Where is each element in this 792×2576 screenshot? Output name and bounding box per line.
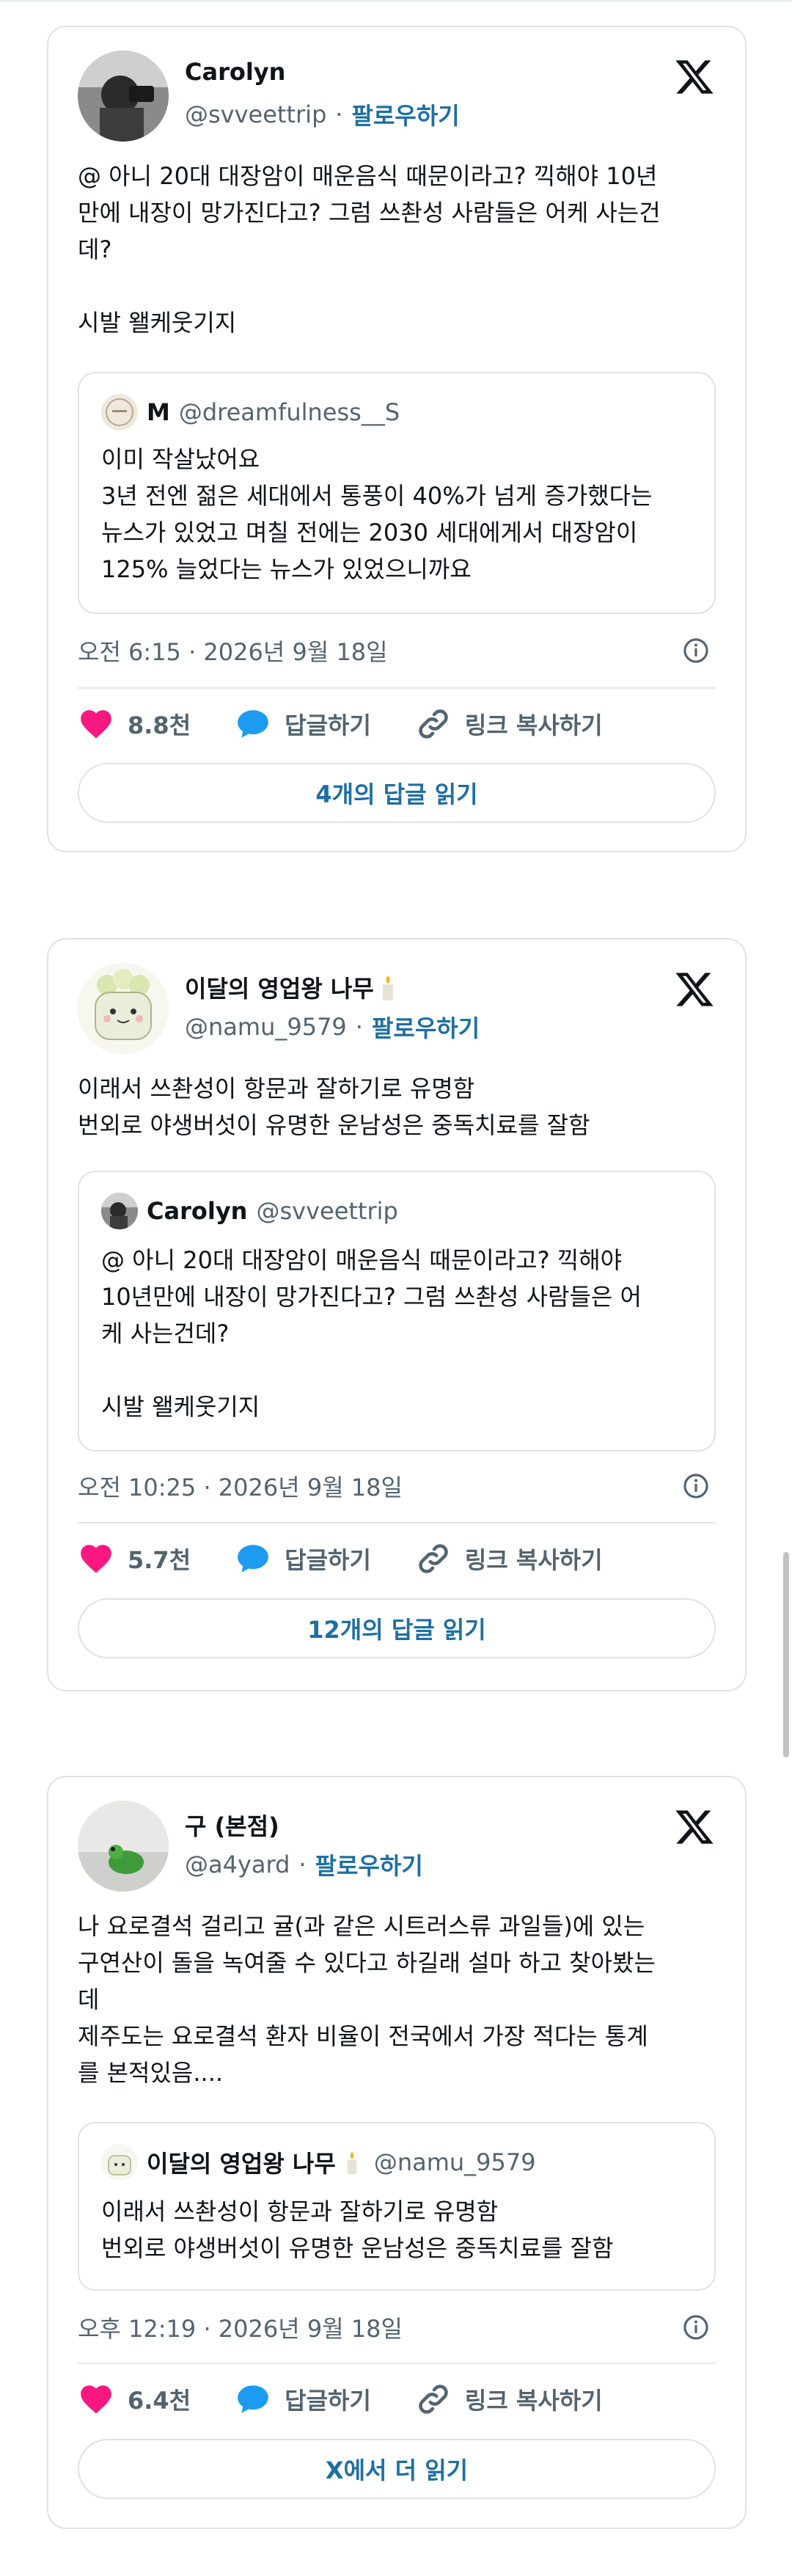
timestamp[interactable]: 오후 12:19 · 2026년 9월 18일 <box>78 2310 403 2344</box>
divider <box>78 687 716 689</box>
reply-label: 답글하기 <box>285 711 371 739</box>
quote-text: @ 아니 20대 대장암이 매운음식 때문이라고? 끽해야 10년만에 내장이 … <box>101 1246 642 1421</box>
scrollbar[interactable] <box>783 1552 789 1757</box>
info-icon[interactable] <box>682 2313 710 2341</box>
follow-button[interactable]: 팔로우하기 <box>352 98 460 131</box>
display-name[interactable]: 이달의 영업왕 나무 <box>185 970 374 1004</box>
quote-avatar <box>101 2144 138 2181</box>
timestamp[interactable]: 오전 10:25 · 2026년 9월 18일 <box>78 1469 403 1503</box>
action-bar: 5.7천 답글하기 링크 복사하기 <box>78 1537 716 1581</box>
candle-emoji-icon <box>382 976 393 1000</box>
reply-label: 답글하기 <box>285 2387 371 2415</box>
follow-button[interactable]: 팔로우하기 <box>315 1848 423 1881</box>
divider <box>78 1522 716 1523</box>
tweet-text: 이래서 쓰촨성이 항문과 잘하기로 유명함 번외로 야생버섯이 유명한 운남성은… <box>78 1075 590 1139</box>
x-logo-icon[interactable] <box>673 1807 716 1848</box>
tweet-card-3[interactable]: 구 (본점) @a4yard · 팔로우하기 나 요로결석 걸리고 귤(과 같은… <box>47 1776 747 2529</box>
copy-link-label: 링크 복사하기 <box>464 1546 603 1574</box>
display-name[interactable]: Carolyn <box>185 58 285 86</box>
quote-display-name: M <box>147 398 170 426</box>
quote-handle: @svveettrip <box>256 1197 398 1225</box>
user-handle[interactable]: @svveettrip <box>185 100 326 128</box>
link-icon <box>419 2385 448 2414</box>
timestamp[interactable]: 오전 6:15 · 2026년 9월 18일 <box>78 634 388 667</box>
quoted-tweet[interactable]: M @dreamfulness__S 이미 작살났어요 3년 전엔 젊은 세대에… <box>78 372 716 614</box>
copy-link-button[interactable]: 링크 복사하기 <box>415 2381 603 2418</box>
quoted-tweet[interactable]: Carolyn @svveettrip @ 아니 20대 대장암이 매운음식 때… <box>78 1171 716 1452</box>
copy-link-button[interactable]: 링크 복사하기 <box>415 1540 603 1577</box>
user-handle[interactable]: @a4yard <box>185 1851 290 1878</box>
like-button[interactable]: 6.4천 <box>78 2381 191 2418</box>
copy-link-label: 링크 복사하기 <box>464 711 603 739</box>
quote-avatar <box>101 1193 138 1229</box>
info-icon[interactable] <box>682 637 710 665</box>
quote-display-name: Carolyn <box>147 1197 248 1225</box>
display-name[interactable]: 구 (본점) <box>185 1808 279 1842</box>
reply-button[interactable]: 답글하기 <box>235 2381 371 2418</box>
quote-avatar <box>101 394 138 431</box>
quote-text: 이미 작살났어요 3년 전엔 젊은 세대에서 통풍이 40%가 넘게 증가했다는… <box>101 445 653 583</box>
like-count: 6.4천 <box>128 2387 191 2415</box>
tweet-meta: 오전 10:25 · 2026년 9월 18일 <box>78 1468 716 1504</box>
reply-button[interactable]: 답글하기 <box>235 706 371 742</box>
reply-bubble-icon <box>238 2385 268 2413</box>
copy-link-label: 링크 복사하기 <box>464 2387 603 2415</box>
reply-button[interactable]: 답글하기 <box>235 1540 371 1577</box>
reply-bubble-icon <box>238 710 268 738</box>
tweet-text: 나 요로결석 걸리고 귤(과 같은 시트러스류 과일들)에 있는 구연산이 돌을… <box>78 1912 656 2087</box>
x-logo-icon[interactable] <box>673 56 716 98</box>
tweet-card-1[interactable]: Carolyn @svveettrip · 팔로우하기 @ 아니 20대 대장암… <box>47 26 747 852</box>
user-handle[interactable]: @namu_9579 <box>185 1013 347 1041</box>
read-more-on-x-button[interactable]: X에서 더 읽기 <box>78 2439 716 2499</box>
quote-text: 이래서 쓰촨성이 항문과 잘하기로 유명함 번외로 야생버섯이 유명한 운남성은… <box>101 2198 614 2262</box>
reply-label: 답글하기 <box>285 1546 371 1574</box>
tweet-header: Carolyn @svveettrip · 팔로우하기 <box>78 51 716 146</box>
tweet-header: 구 (본점) @a4yard · 팔로우하기 <box>78 1801 716 1896</box>
read-replies-button[interactable]: 4개의 답글 읽기 <box>78 763 716 823</box>
heart-icon <box>81 1545 111 1573</box>
reply-bubble-icon <box>238 1545 268 1573</box>
quote-handle: @dreamfulness__S <box>178 398 400 426</box>
like-count: 5.7천 <box>128 1546 191 1574</box>
like-count: 8.8천 <box>128 711 191 739</box>
heart-icon <box>81 710 111 739</box>
quote-handle: @namu_9579 <box>373 2148 536 2176</box>
quoted-tweet[interactable]: 이달의 영업왕 나무 @namu_9579 이래서 쓰촨성이 항문과 잘하기로 … <box>78 2122 716 2291</box>
copy-link-button[interactable]: 링크 복사하기 <box>415 706 603 742</box>
divider <box>78 2363 716 2364</box>
avatar[interactable] <box>78 51 169 142</box>
action-bar: 6.4천 답글하기 링크 복사하기 <box>78 2377 716 2421</box>
link-icon <box>419 709 448 739</box>
tweet-card-2[interactable]: 이달의 영업왕 나무 @namu_9579 · 팔로우하기 이래서 쓰촨성이 항… <box>47 938 747 1691</box>
avatar[interactable] <box>78 1801 169 1892</box>
top-divider <box>0 0 792 2</box>
like-button[interactable]: 5.7천 <box>78 1540 191 1577</box>
action-bar: 8.8천 답글하기 링크 복사하기 <box>78 702 716 746</box>
avatar[interactable] <box>78 963 169 1054</box>
tweet-header: 이달의 영업왕 나무 @namu_9579 · 팔로우하기 <box>78 963 716 1058</box>
heart-icon <box>81 2385 111 2414</box>
quote-display-name: 이달의 영업왕 나무 <box>147 2150 336 2178</box>
follow-button[interactable]: 팔로우하기 <box>372 1010 480 1044</box>
link-icon <box>419 1544 448 1573</box>
like-button[interactable]: 8.8천 <box>78 706 191 742</box>
candle-emoji-icon <box>347 2151 357 2174</box>
info-icon[interactable] <box>682 1472 710 1500</box>
tweet-meta: 오전 6:15 · 2026년 9월 18일 <box>78 632 716 669</box>
tweet-text: @ 아니 20대 대장암이 매운음식 때문이라고? 끽해야 10년 만에 내장이… <box>78 162 661 337</box>
tweet-meta: 오후 12:19 · 2026년 9월 18일 <box>78 2309 716 2346</box>
read-replies-button[interactable]: 12개의 답글 읽기 <box>78 1598 716 1658</box>
x-logo-icon[interactable] <box>673 969 716 1010</box>
